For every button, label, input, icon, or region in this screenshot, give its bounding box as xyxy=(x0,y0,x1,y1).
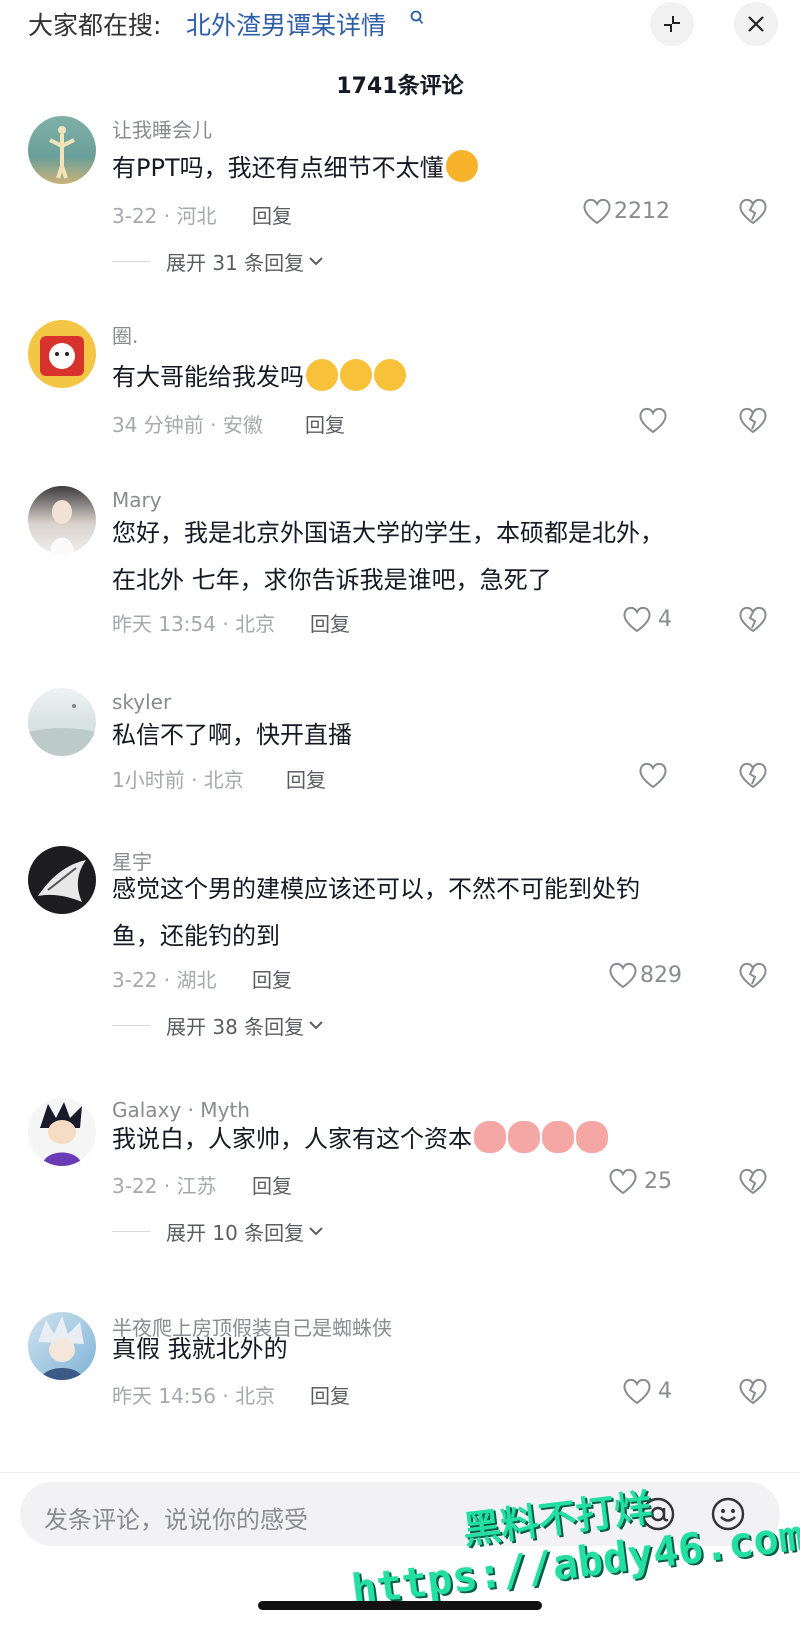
heart-icon xyxy=(623,606,651,633)
comment-meta: 昨天 14:56 · 北京 xyxy=(112,1384,276,1408)
collapse-icon xyxy=(664,16,680,32)
comment-item: 星宇 感觉这个男的建模应该还可以，不然不可能到处钓 鱼，还能钓的到 3-22 ·… xyxy=(0,846,800,1080)
divider xyxy=(112,1230,150,1232)
comment-meta: 3-22 · 湖北 xyxy=(112,968,217,992)
close-button[interactable] xyxy=(734,2,778,46)
heart-icon xyxy=(609,1168,637,1195)
pig-face-emoji xyxy=(542,1121,574,1153)
comment-text: 您好，我是北京外国语大学的学生，本硕都是北外， 在北外 七年，求你告诉我是谁吧，… xyxy=(112,519,664,594)
like-count: 4 xyxy=(658,606,672,632)
avatar[interactable] xyxy=(28,688,96,756)
pig-face-emoji xyxy=(576,1121,608,1153)
comment-meta: 3-22 · 江苏 xyxy=(112,1174,217,1198)
trending-search-link[interactable]: 北外渣男谭某详情 xyxy=(186,6,386,42)
pig-face-emoji xyxy=(474,1121,506,1153)
like-button[interactable]: 4 xyxy=(622,1376,672,1406)
like-count: 829 xyxy=(640,962,682,988)
reply-button[interactable]: 回复 xyxy=(305,409,345,438)
avatar[interactable] xyxy=(28,486,96,554)
dislike-heart-icon[interactable] xyxy=(738,405,768,435)
trending-search-label: 大家都在搜: xyxy=(28,11,162,40)
pig-face-emoji xyxy=(508,1121,540,1153)
avatar[interactable] xyxy=(28,1098,96,1166)
username[interactable]: Mary xyxy=(112,488,162,512)
comment-item: Mary 您好，我是北京外国语大学的学生，本硕都是北外， 在北外 七年，求你告诉… xyxy=(0,486,800,660)
reply-button[interactable]: 回复 xyxy=(310,608,350,637)
avatar[interactable] xyxy=(28,1312,96,1380)
heart-icon xyxy=(623,1378,651,1405)
reply-button[interactable]: 回复 xyxy=(252,1170,292,1199)
home-indicator[interactable] xyxy=(258,1601,542,1610)
divider xyxy=(112,260,150,262)
reply-button[interactable]: 回复 xyxy=(252,200,292,229)
heart-icon xyxy=(609,962,637,989)
dislike-heart-icon[interactable] xyxy=(738,960,768,990)
expand-replies-button[interactable]: 展开 38 条回复 xyxy=(112,1010,324,1040)
close-icon xyxy=(748,16,764,32)
heart-icon xyxy=(583,198,611,225)
comment-meta: 34 分钟前 · 安徽 xyxy=(112,413,263,437)
chevron-down-icon xyxy=(309,1227,323,1236)
expand-replies-button[interactable]: 展开 31 条回复 xyxy=(112,246,324,276)
dislike-heart-icon[interactable] xyxy=(738,760,768,790)
like-button[interactable]: 4 xyxy=(622,604,672,634)
comment-text: 真假 我就北外的 xyxy=(112,1335,288,1363)
reply-button[interactable]: 回复 xyxy=(252,964,292,993)
comment-text: 有大哥能给我发吗 xyxy=(112,354,752,401)
like-button[interactable]: 2212 xyxy=(582,196,670,226)
comment-text: 私信不了啊，快开直播 xyxy=(112,721,352,749)
expand-replies-button[interactable]: 展开 10 条回复 xyxy=(112,1216,324,1246)
heart-icon xyxy=(639,407,667,434)
dislike-heart-icon[interactable] xyxy=(738,1376,768,1406)
comment-meta: 昨天 13:54 · 北京 xyxy=(112,612,276,636)
chevron-down-icon xyxy=(309,257,323,266)
avatar[interactable] xyxy=(28,320,96,388)
comment-item: Galaxy · Myth 我说白，人家帅，人家有这个资本 3-22 · 江苏 … xyxy=(0,1098,800,1282)
crying-face-emoji xyxy=(374,359,406,391)
dislike-heart-icon[interactable] xyxy=(738,1166,768,1196)
like-button[interactable]: 829 xyxy=(608,960,682,990)
top-bar: 大家都在搜: 北外渣男谭某详情 xyxy=(0,0,800,52)
divider xyxy=(0,1472,800,1473)
comment-item: 让我睡会儿 有PPT吗，我还有点细节不太懂 3-22 · 河北 回复 2212 … xyxy=(0,112,800,292)
comment-text: 有PPT吗，我还有点细节不太懂 xyxy=(112,145,752,192)
avatar[interactable] xyxy=(28,846,96,914)
username[interactable]: skyler xyxy=(112,690,171,714)
crying-face-emoji xyxy=(306,359,338,391)
avatar[interactable] xyxy=(28,116,96,184)
comment-input-placeholder: 发条评论，说说你的感受 xyxy=(44,1506,308,1534)
like-button[interactable] xyxy=(638,405,670,435)
comment-text: 我说白，人家帅，人家有这个资本 xyxy=(112,1116,752,1163)
collapse-button[interactable] xyxy=(650,2,694,46)
username[interactable]: 让我睡会儿 xyxy=(112,114,212,143)
like-button[interactable] xyxy=(638,760,670,790)
smug-face-emoji xyxy=(445,150,478,182)
dislike-heart-icon[interactable] xyxy=(738,604,768,634)
divider xyxy=(112,1024,150,1026)
like-button[interactable]: 25 xyxy=(608,1166,672,1196)
comment-text: 感觉这个男的建模应该还可以，不然不可能到处钓 鱼，还能钓的到 xyxy=(112,875,640,950)
username[interactable]: 圈. xyxy=(112,320,138,349)
like-count: 25 xyxy=(644,1168,672,1194)
comment-item: 半夜爬上房顶假装自己是蜘蛛侠 真假 我就北外的 昨天 14:56 · 北京 回复… xyxy=(0,1312,800,1458)
comment-meta: 1小时前 · 北京 xyxy=(112,768,244,792)
heart-icon xyxy=(639,762,667,789)
reply-button[interactable]: 回复 xyxy=(286,764,326,793)
search-icon[interactable] xyxy=(410,10,424,30)
comment-meta: 3-22 · 河北 xyxy=(112,204,217,228)
chevron-down-icon xyxy=(309,1021,323,1030)
reply-button[interactable]: 回复 xyxy=(310,1380,350,1409)
comment-count-title: 1741条评论 xyxy=(336,74,464,99)
like-count: 4 xyxy=(658,1378,672,1404)
comment-item: 圈. 有大哥能给我发吗 34 分钟前 · 安徽 回复 xyxy=(0,318,800,448)
comment-item: skyler 私信不了啊，快开直播 1小时前 · 北京 回复 xyxy=(0,688,800,824)
crying-face-emoji xyxy=(340,359,372,391)
dislike-heart-icon[interactable] xyxy=(738,196,768,226)
like-count: 2212 xyxy=(614,198,670,224)
